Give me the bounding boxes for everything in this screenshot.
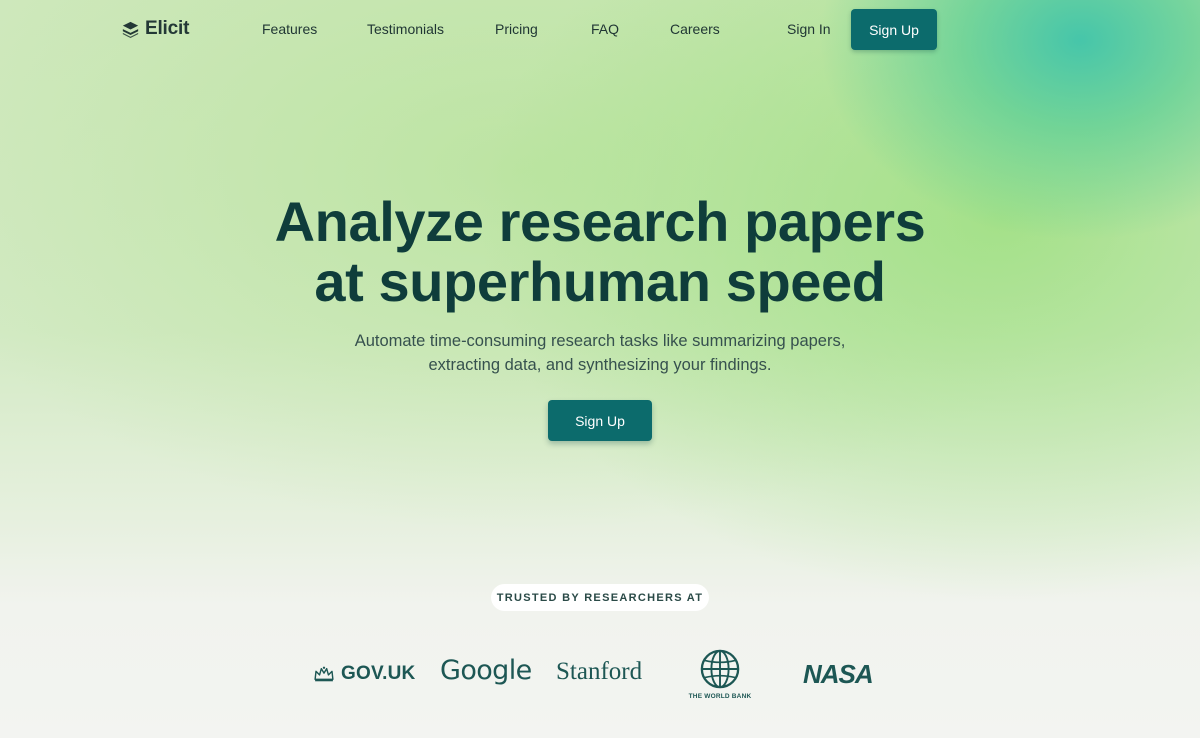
hero-title: Analyze research papers at superhuman sp… xyxy=(0,192,1200,312)
gov-uk-text: GOV.UK xyxy=(341,663,416,684)
world-bank-text: THE WORLD BANK xyxy=(688,693,752,700)
elicit-logo[interactable]: Elicit xyxy=(122,18,189,40)
nav-link-faq[interactable]: FAQ xyxy=(591,21,619,37)
google-logo: Google xyxy=(440,655,532,686)
hero-subtitle-line-1: Automate time-consuming research tasks l… xyxy=(354,332,846,350)
hero-subtitle: Automate time-consuming research tasks l… xyxy=(300,329,900,377)
nav-link-pricing[interactable]: Pricing xyxy=(495,21,538,37)
sign-up-button-hero[interactable]: Sign Up xyxy=(548,400,652,441)
logo-text: Elicit xyxy=(145,18,190,39)
world-bank-logo: THE WORLD BANK xyxy=(686,648,754,700)
elicit-logo-icon xyxy=(122,21,139,38)
hero-title-line-1: Analyze research papers xyxy=(274,190,926,253)
crown-icon xyxy=(314,666,334,682)
nav-link-careers[interactable]: Careers xyxy=(670,21,720,37)
gov-uk-logo: GOV.UK xyxy=(313,663,415,685)
hero-subtitle-line-2: extracting data, and synthesizing your f… xyxy=(428,356,772,374)
trusted-logos: GOV.UK Google Stanford THE WORLD BANK NA… xyxy=(0,640,1200,710)
trusted-by-label: TRUSTED BY RESEARCHERS AT xyxy=(491,584,709,611)
globe-icon xyxy=(700,649,740,689)
sign-up-button-nav[interactable]: Sign Up xyxy=(851,9,937,50)
top-nav: Elicit Features Testimonials Pricing FAQ… xyxy=(0,0,1200,58)
nav-link-testimonials[interactable]: Testimonials xyxy=(367,21,444,37)
nav-link-features[interactable]: Features xyxy=(262,21,317,37)
stanford-logo: Stanford xyxy=(556,658,643,685)
sign-in-link[interactable]: Sign In xyxy=(787,21,831,37)
hero-title-line-2: at superhuman speed xyxy=(314,250,886,313)
nasa-logo: NASA xyxy=(803,659,874,689)
